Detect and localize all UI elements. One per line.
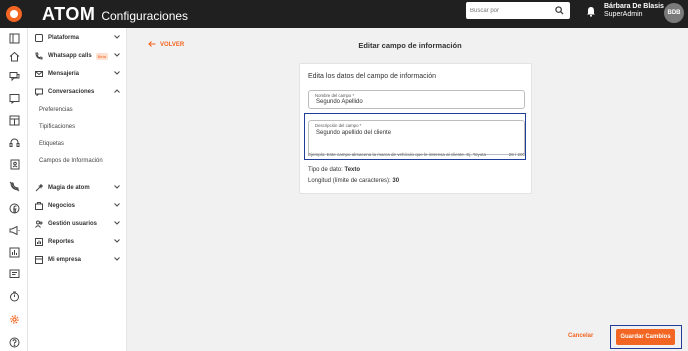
data-type-row: Tipo de dato: Texto [308, 167, 360, 173]
table-icon[interactable] [7, 113, 21, 127]
sidebar-item-label: Plataforma [48, 35, 80, 41]
report-icon [34, 237, 44, 247]
notification-bell-icon[interactable] [586, 6, 596, 19]
help-icon[interactable] [7, 335, 21, 349]
sidebar-item-mi-empresa[interactable]: Mi empresa [34, 254, 124, 266]
sidebar-subitem-tipificaciones[interactable]: Tipificaciones [39, 124, 75, 130]
sidebar-item-conversaciones[interactable]: Conversaciones [34, 86, 124, 98]
sidebar-item-reportes[interactable]: Reportes [34, 236, 124, 248]
phone-off-icon[interactable] [7, 179, 21, 193]
sidebar-item-label: Mi empresa [48, 257, 82, 263]
business-icon [34, 201, 44, 211]
sidebar-item-negocios[interactable]: Negocios [34, 200, 124, 212]
home-icon[interactable] [7, 49, 21, 63]
field-name-input[interactable]: Nombre del campo * Segundo Apellido [308, 90, 525, 109]
conversations-icon [34, 87, 44, 97]
avatar[interactable]: BDB [664, 3, 684, 23]
user-role: SuperAdmin [604, 11, 643, 19]
sidebar-item-label: Whatsapp calls [48, 53, 92, 59]
chevron-down-icon [114, 185, 120, 191]
back-label: VOLVER [160, 42, 185, 48]
chevron-down-icon [114, 239, 120, 245]
card-title: Edita los datos del campo de información [308, 73, 437, 80]
search-input[interactable] [470, 7, 550, 14]
settings-sidebar: Plataforma Whatsapp calls Beta Mensajerí… [28, 28, 127, 351]
search-icon[interactable] [555, 6, 564, 17]
feedback-icon[interactable] [7, 267, 21, 281]
app-logo[interactable] [0, 0, 28, 28]
headset-icon[interactable] [7, 135, 21, 149]
field-name-value[interactable]: Segundo Apellido [316, 99, 363, 105]
chevron-down-icon [114, 221, 120, 227]
length-label: Longitud (límite de caracteres): [308, 178, 393, 184]
platform-icon [34, 33, 44, 43]
chevron-down-icon [114, 35, 120, 41]
back-link[interactable]: VOLVER [148, 41, 184, 49]
arrow-left-icon [148, 41, 156, 49]
section-title: Configuraciones [101, 8, 189, 23]
reports-chart-icon[interactable] [7, 245, 21, 259]
page-title: Editar campo de información [358, 41, 462, 50]
top-bar: ATOM Configuraciones Bárbara De Blasis S… [0, 0, 688, 28]
magic-wand-icon [34, 183, 44, 193]
description-highlight-box [304, 113, 526, 160]
chat-icon[interactable] [7, 69, 21, 83]
sidebar-subitem-campos-informacion[interactable]: Campos de Información [39, 158, 103, 164]
sidebar-item-mensajeria[interactable]: Mensajería [34, 68, 124, 80]
cancel-button[interactable]: Cancelar [568, 333, 593, 339]
sidebar-item-magia[interactable]: Magia de atom [34, 182, 124, 194]
sidebar-subitem-preferencias[interactable]: Preferencias [39, 107, 73, 113]
field-name-label: Nombre del campo * [315, 93, 355, 98]
length-row: Longitud (límite de caracteres): 30 [308, 178, 399, 184]
message-icon[interactable] [7, 91, 21, 105]
chevron-down-icon [114, 71, 120, 77]
phone-icon [34, 51, 44, 61]
mail-icon [34, 69, 44, 79]
timer-icon[interactable] [7, 289, 21, 303]
sidebar-item-plataforma[interactable]: Plataforma [34, 32, 124, 44]
sidebar-item-label: Magia de atom [48, 185, 90, 191]
users-icon [34, 219, 44, 229]
data-type-label: Tipo de dato: [308, 167, 345, 173]
chevron-down-icon [114, 53, 120, 59]
panel-toggle-icon[interactable] [7, 31, 21, 45]
chevron-up-icon [114, 89, 120, 95]
sidebar-item-label: Gestión usuarios [48, 221, 98, 227]
icon-rail [0, 28, 28, 351]
facebook-icon[interactable] [7, 201, 21, 215]
sidebar-item-label: Negocios [48, 203, 76, 209]
company-icon [34, 255, 44, 265]
sidebar-item-gestion-usuarios[interactable]: Gestión usuarios [34, 218, 124, 230]
length-value: 30 [392, 178, 400, 184]
user-name: Bárbara De Blasis [604, 3, 664, 10]
beta-badge: Beta [95, 52, 108, 60]
user-info[interactable]: Bárbara De Blasis SuperAdmin [604, 3, 664, 19]
brand-name: ATOM [42, 3, 96, 24]
chevron-down-icon [114, 257, 120, 263]
contacts-book-icon[interactable] [7, 157, 21, 171]
save-highlight-box [610, 325, 682, 349]
sidebar-item-label: Mensajería [48, 71, 80, 77]
data-type-value: Texto [344, 167, 361, 173]
megaphone-icon[interactable] [7, 223, 21, 237]
sidebar-item-whatsapp-calls[interactable]: Whatsapp calls Beta [34, 50, 124, 62]
sidebar-item-label: Reportes [48, 239, 75, 245]
sidebar-item-label: Conversaciones [48, 89, 95, 95]
sidebar-subitem-etiquetas[interactable]: Etiquetas [39, 141, 64, 147]
settings-gear-icon[interactable] [7, 312, 21, 326]
search-box[interactable] [466, 2, 570, 19]
chevron-down-icon [114, 203, 120, 209]
